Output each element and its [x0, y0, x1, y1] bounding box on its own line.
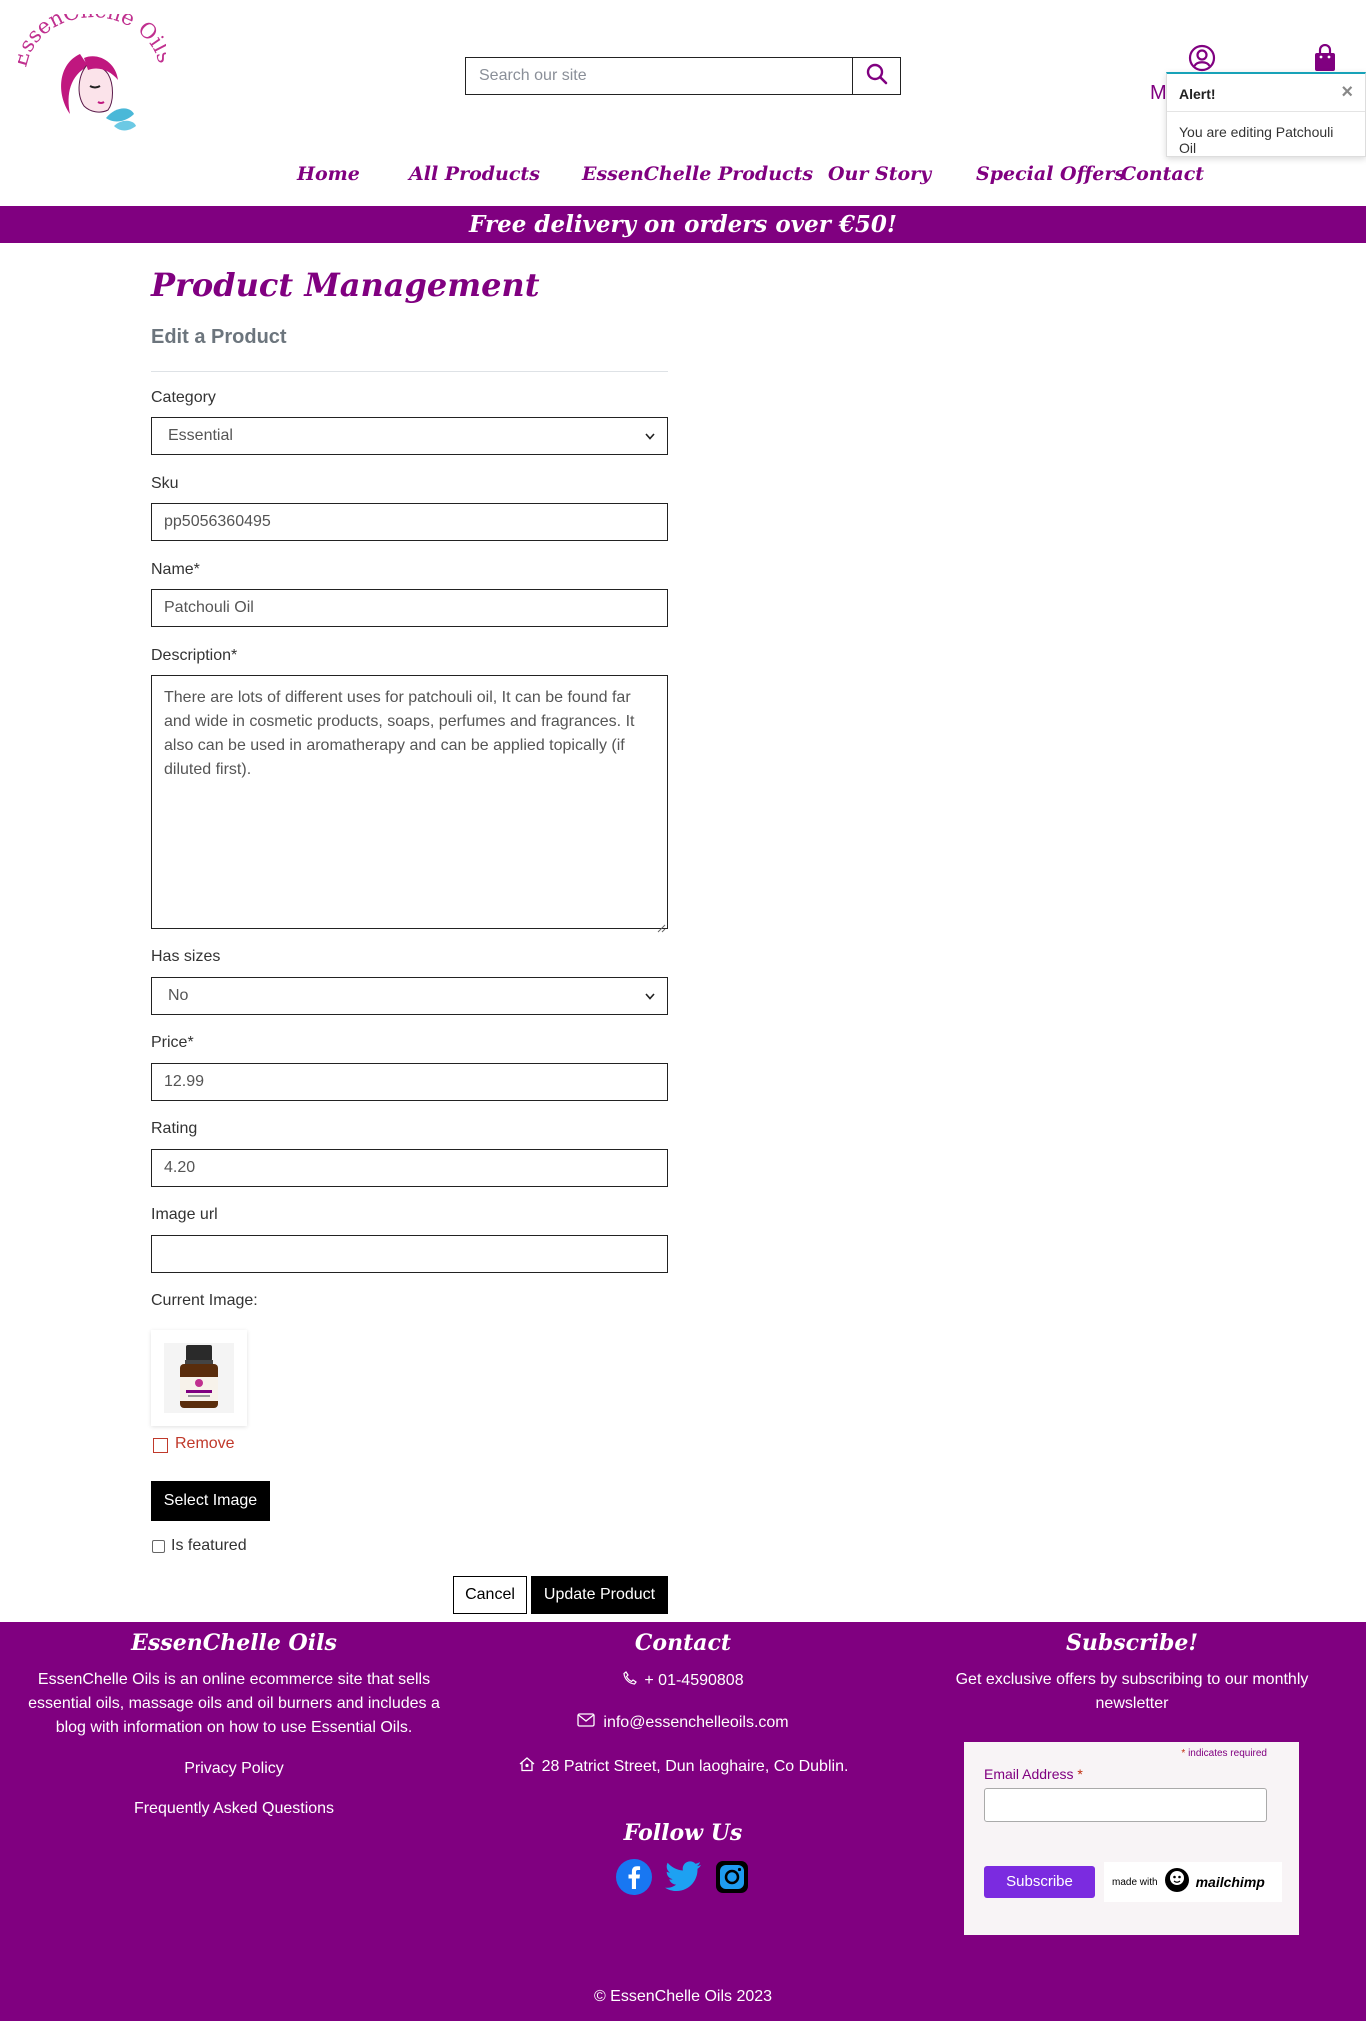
mail-icon	[577, 1713, 596, 1732]
nav-all-products[interactable]: All Products	[409, 163, 540, 185]
instagram-icon[interactable]	[715, 1860, 749, 1899]
mailchimp-badge[interactable]: made with mailchimp	[1104, 1862, 1282, 1902]
site-footer: EssenChelle Oils EssenChelle Oils is an …	[0, 1622, 1366, 2021]
search-bar	[465, 57, 901, 95]
divider	[151, 371, 668, 372]
rating-input[interactable]: 4.20	[151, 1149, 668, 1187]
footer-about-title: EssenChelle Oils	[131, 1630, 337, 1656]
has-sizes-value: No	[168, 987, 189, 1004]
page-subtitle: Edit a Product	[151, 326, 287, 348]
made-with-text: made with	[1112, 1876, 1158, 1888]
chevron-down-icon	[645, 418, 655, 454]
remove-image-checkbox[interactable]	[153, 1438, 168, 1453]
price-label: Price*	[151, 1034, 194, 1051]
phone-icon	[622, 1670, 638, 1691]
page-title: Product Management	[151, 266, 540, 304]
name-label: Name*	[151, 561, 200, 578]
contact-phone[interactable]: + 01-4590808	[644, 1672, 743, 1690]
current-image-thumbnail[interactable]	[151, 1330, 247, 1426]
contact-email[interactable]: info@essenchelleoils.com	[603, 1714, 788, 1732]
subscribe-button[interactable]: Subscribe	[984, 1866, 1095, 1898]
remove-image-label: Remove	[175, 1435, 235, 1452]
oil-bottle-icon	[164, 1343, 234, 1413]
close-icon[interactable]: ×	[1341, 81, 1353, 104]
sku-input[interactable]: pp5056360495	[151, 503, 668, 541]
mailchimp-signup-form: * indicates required Email Address * Sub…	[964, 1742, 1299, 1935]
alert-message: You are editing Patchouli Oil	[1179, 124, 1334, 156]
toast-alert: Alert! × You are editing Patchouli Oil	[1166, 72, 1366, 157]
account-label[interactable]: M	[1150, 82, 1167, 105]
product-form: Product Management Edit a Product	[151, 265, 668, 372]
home-icon	[518, 1756, 536, 1777]
cancel-button[interactable]: Cancel	[453, 1576, 527, 1614]
rating-label: Rating	[151, 1120, 198, 1137]
nav-our-story[interactable]: Our Story	[828, 163, 931, 185]
description-textarea[interactable]: There are lots of different uses for pat…	[151, 675, 668, 933]
privacy-policy-link[interactable]: Privacy Policy	[0, 1760, 468, 1778]
footer-subscribe-title: Subscribe!	[1065, 1630, 1199, 1656]
search-icon	[866, 63, 888, 90]
mailchimp-wordmark: mailchimp	[1195, 1874, 1265, 1890]
description-text: There are lots of different uses for pat…	[164, 689, 635, 778]
resize-grip-icon[interactable]	[656, 917, 666, 933]
current-image-label: Current Image:	[151, 1292, 258, 1309]
follow-us-title: Follow Us	[623, 1820, 743, 1846]
mailchimp-logo-icon	[1164, 1867, 1190, 1898]
email-address-label: Email Address *	[984, 1766, 1083, 1782]
category-label: Category	[151, 389, 216, 406]
nav-contact[interactable]: Contact	[1121, 163, 1204, 185]
sku-label: Sku	[151, 475, 179, 492]
twitter-icon[interactable]	[665, 1860, 703, 1899]
name-input[interactable]: Patchouli Oil	[151, 589, 668, 627]
has-sizes-label: Has sizes	[151, 948, 221, 965]
search-button[interactable]	[852, 57, 901, 95]
main-nav: Home All Products EssenChelle Products O…	[0, 163, 1366, 193]
nav-essenchelle-products[interactable]: EssenChelle Products	[582, 163, 813, 185]
search-input[interactable]	[465, 57, 852, 95]
price-input[interactable]: 12.99	[151, 1063, 668, 1101]
select-image-button[interactable]: Select Image	[151, 1481, 270, 1521]
category-select[interactable]: Essential	[151, 417, 668, 455]
nav-special-offers[interactable]: Special Offers	[976, 163, 1125, 185]
copyright: © EssenChelle Oils 2023	[593, 1988, 773, 2005]
footer-subscribe-text: Get exclusive offers by subscribing to o…	[955, 1671, 1309, 1712]
update-product-button[interactable]: Update Product	[531, 1576, 668, 1614]
is-featured-checkbox[interactable]	[152, 1540, 165, 1553]
alert-title: Alert!	[1179, 86, 1216, 102]
description-label: Description*	[151, 647, 238, 664]
site-logo[interactable]: EssenChelle Oils	[7, 0, 177, 138]
footer-contact-title: Contact	[634, 1630, 732, 1656]
image-url-input[interactable]	[151, 1235, 668, 1273]
chevron-down-icon	[645, 978, 655, 1014]
is-featured-label: Is featured	[171, 1537, 247, 1554]
faq-link[interactable]: Frequently Asked Questions	[0, 1800, 468, 1818]
delivery-banner: Free delivery on orders over €50!	[0, 206, 1366, 243]
image-url-label: Image url	[151, 1206, 218, 1223]
nav-home[interactable]: Home	[297, 163, 360, 185]
subscribe-email-field[interactable]	[984, 1788, 1267, 1822]
required-note: * indicates required	[1181, 1748, 1267, 1759]
facebook-icon[interactable]	[615, 1858, 653, 1901]
category-value: Essential	[168, 427, 233, 444]
footer-about-text: EssenChelle Oils is an online ecommerce …	[28, 1671, 440, 1736]
contact-address: 28 Patrict Street, Dun laoghaire, Co Dub…	[541, 1757, 849, 1775]
has-sizes-select[interactable]: No	[151, 977, 668, 1015]
